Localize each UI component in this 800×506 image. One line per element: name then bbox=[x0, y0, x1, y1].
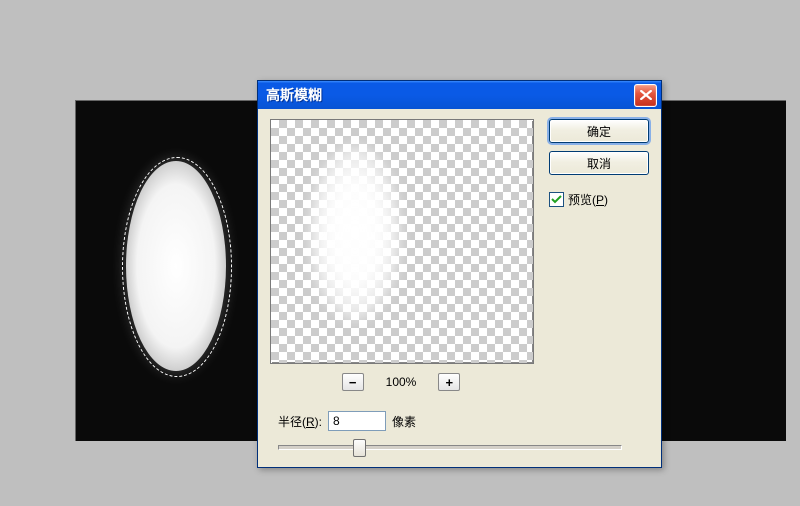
zoom-out-button[interactable]: − bbox=[342, 373, 364, 391]
gaussian-blur-dialog: 高斯模糊 − 100% + 确定 取消 bbox=[257, 80, 662, 468]
radius-unit-label: 像素 bbox=[392, 413, 416, 430]
minus-icon: − bbox=[349, 376, 357, 389]
slider-track bbox=[278, 445, 622, 450]
radius-input[interactable] bbox=[328, 411, 386, 431]
zoom-controls: − 100% + bbox=[270, 371, 532, 393]
close-button[interactable] bbox=[634, 84, 657, 107]
radius-row: 半径(R): 像素 bbox=[278, 411, 416, 431]
zoom-level-label: 100% bbox=[386, 375, 417, 389]
ok-button[interactable]: 确定 bbox=[549, 119, 649, 143]
cancel-button[interactable]: 取消 bbox=[549, 151, 649, 175]
preview-checkbox-row[interactable]: 预览(P) bbox=[549, 191, 649, 208]
radius-label: 半径(R): bbox=[278, 413, 322, 430]
check-icon bbox=[551, 194, 562, 205]
selection-marquee bbox=[122, 157, 232, 377]
dialog-body: − 100% + 确定 取消 预览(P) 半径(R): 像 bbox=[258, 109, 661, 467]
preview-checkbox[interactable] bbox=[549, 192, 564, 207]
zoom-in-button[interactable]: + bbox=[438, 373, 460, 391]
cancel-button-label: 取消 bbox=[587, 155, 611, 172]
plus-icon: + bbox=[446, 376, 454, 389]
dialog-title: 高斯模糊 bbox=[266, 85, 322, 105]
dialog-titlebar[interactable]: 高斯模糊 bbox=[258, 81, 661, 109]
slider-thumb[interactable] bbox=[353, 439, 366, 457]
preview-box[interactable] bbox=[270, 119, 534, 364]
ok-button-label: 确定 bbox=[587, 123, 611, 140]
preview-content bbox=[309, 145, 401, 320]
preview-checkbox-label: 预览(P) bbox=[568, 191, 608, 208]
close-icon bbox=[640, 88, 652, 103]
radius-slider[interactable] bbox=[278, 437, 622, 455]
dialog-side-panel: 确定 取消 预览(P) bbox=[549, 119, 649, 208]
